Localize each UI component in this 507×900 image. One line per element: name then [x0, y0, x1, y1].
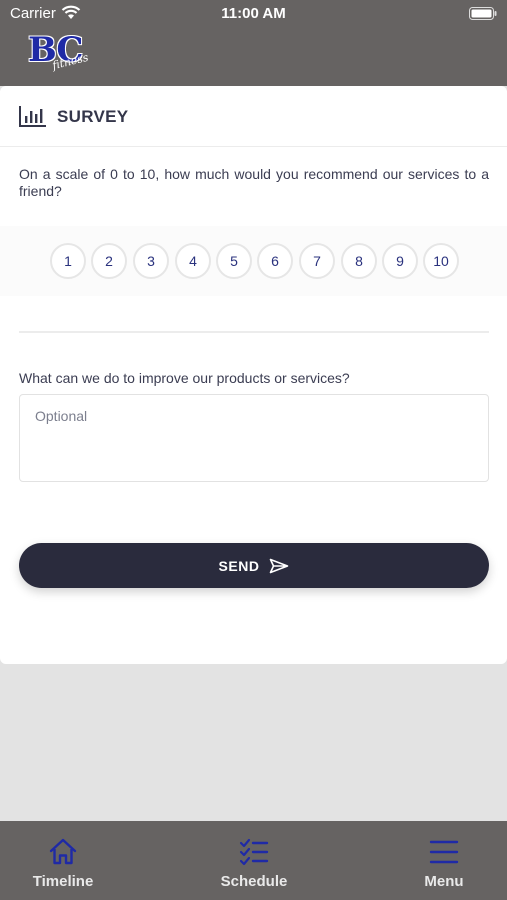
tab-menu-label: Menu	[424, 873, 464, 890]
improve-feedback-field[interactable]	[19, 394, 489, 482]
send-button[interactable]: SEND	[19, 543, 489, 588]
rating-option-10[interactable]: 10	[423, 243, 459, 279]
rating-option-6[interactable]: 6	[257, 243, 293, 279]
tab-timeline[interactable]: Timeline	[0, 821, 133, 900]
home-icon	[49, 838, 77, 865]
recommend-question: On a scale of 0 to 10, how much would yo…	[19, 166, 489, 199]
rating-option-4[interactable]: 4	[175, 243, 211, 279]
survey-card: SURVEY On a scale of 0 to 10, how much w…	[0, 86, 507, 664]
bottom-tab-bar: Timeline Schedule Menu	[0, 821, 507, 900]
status-bar: Carrier 11:00 AM	[0, 0, 507, 28]
send-button-label: SEND	[218, 557, 260, 574]
rating-option-9[interactable]: 9	[382, 243, 418, 279]
hamburger-menu-icon	[429, 840, 459, 864]
send-icon	[270, 558, 289, 573]
bc-fitness-logo: BC fitness	[28, 30, 92, 76]
tab-schedule-label: Schedule	[220, 873, 288, 890]
tab-timeline-label: Timeline	[32, 873, 94, 890]
survey-header: SURVEY	[0, 86, 507, 147]
battery-icon	[469, 7, 497, 20]
section-divider	[19, 331, 489, 333]
bar-chart-icon	[19, 106, 46, 127]
rating-option-5[interactable]: 5	[216, 243, 252, 279]
rating-option-1[interactable]: 1	[50, 243, 86, 279]
tab-menu[interactable]: Menu	[374, 821, 507, 900]
rating-option-8[interactable]: 8	[341, 243, 377, 279]
improve-question: What can we do to improve our products o…	[19, 370, 350, 386]
checklist-icon	[239, 838, 269, 866]
page-title: SURVEY	[57, 107, 129, 126]
tab-schedule[interactable]: Schedule	[184, 821, 324, 900]
clock-time: 11:00 AM	[221, 5, 286, 22]
rating-scale: 1 2 3 4 5 6 7 8 9 10	[0, 226, 507, 296]
rating-option-3[interactable]: 3	[133, 243, 169, 279]
rating-option-2[interactable]: 2	[91, 243, 127, 279]
rating-option-7[interactable]: 7	[299, 243, 335, 279]
app-header: Carrier 11:00 AM BC fitness	[0, 0, 507, 86]
